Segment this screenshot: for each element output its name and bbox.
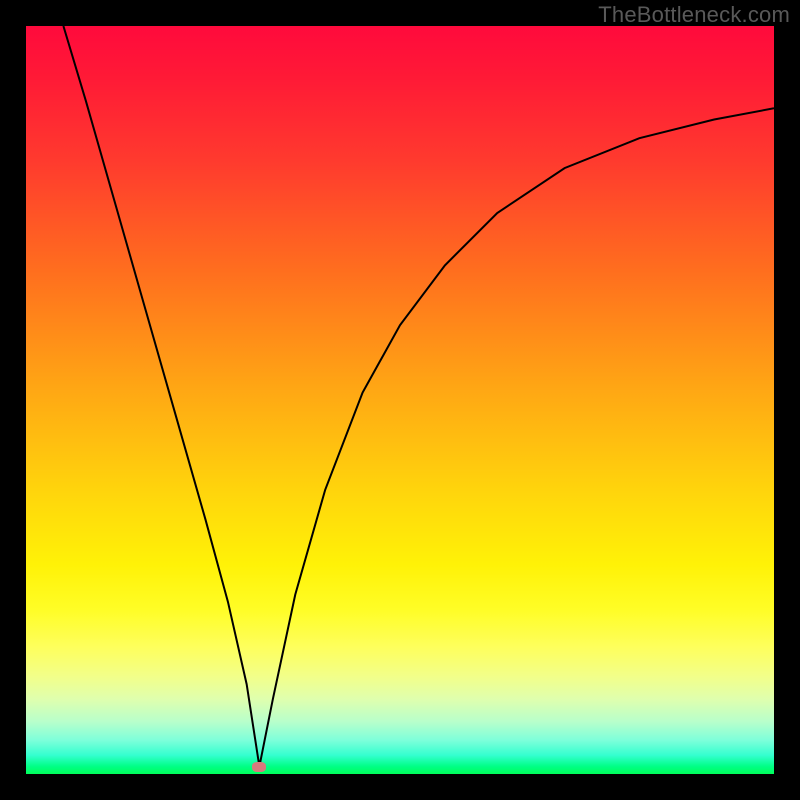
watermark-text: TheBottleneck.com — [598, 2, 790, 28]
curve-layer — [26, 26, 774, 774]
plot-area — [26, 26, 774, 774]
optimal-point-marker — [252, 762, 266, 772]
chart-frame: TheBottleneck.com — [0, 0, 800, 800]
curve-right-branch — [259, 108, 774, 766]
curve-left-branch — [63, 26, 259, 767]
